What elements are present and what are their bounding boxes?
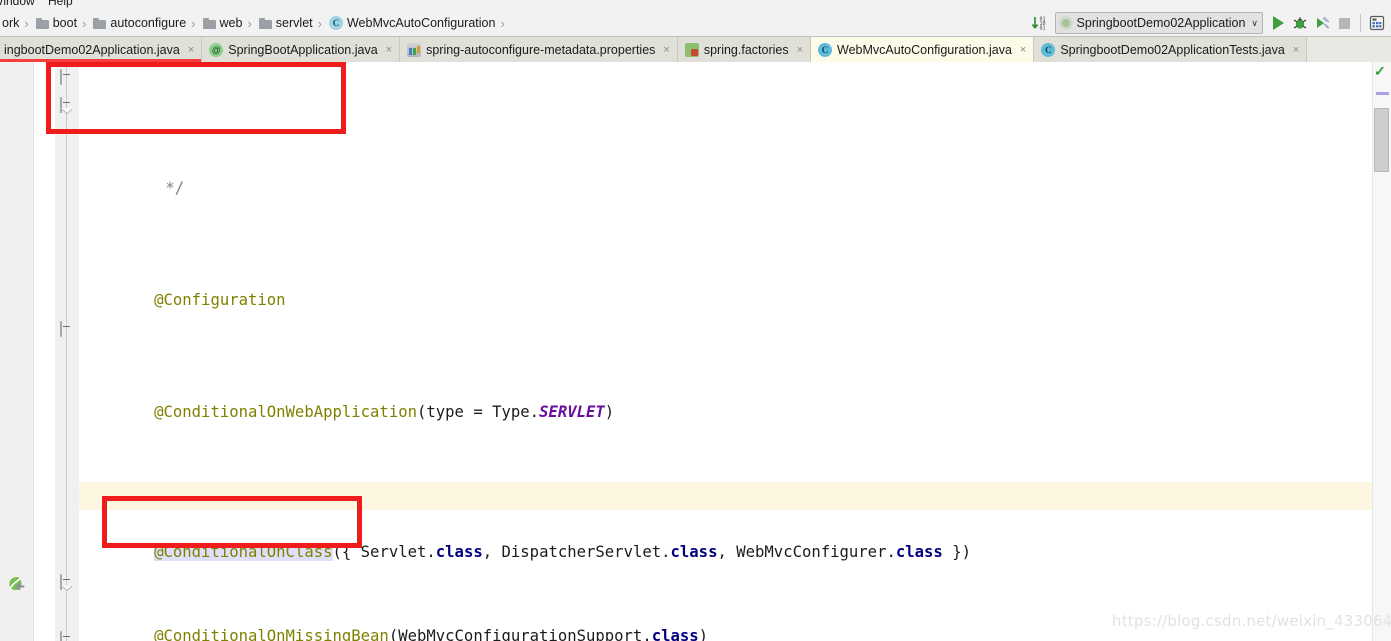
fold-marker-class[interactable] — [60, 321, 75, 337]
watermark-text: https://blog.csdn.net/weixin_43306403 — [1112, 612, 1391, 630]
code-text-area[interactable]: */ @Configuration @ConditionalOnWebAppli… — [79, 62, 1373, 641]
annotation-icon: @ — [209, 42, 224, 57]
fold-marker-javadoc[interactable] — [60, 69, 75, 85]
run-configuration-name: SpringbootDemo02Application — [1076, 16, 1246, 30]
scrollbar-marker[interactable] — [1376, 92, 1389, 95]
stop-icon[interactable] — [1334, 13, 1354, 33]
open-settings-icon[interactable] — [1367, 13, 1387, 33]
menu-item-window[interactable]: Window — [0, 0, 35, 8]
intellij-idea-window: Window Help ork › boot › autoconfigure ›… — [0, 0, 1391, 641]
scrollbar-thumb[interactable] — [1374, 108, 1389, 172]
java-class-icon: C — [818, 42, 833, 57]
inspection-status-icon[interactable]: ✓ — [1374, 64, 1388, 78]
run-with-coverage-icon[interactable] — [1312, 13, 1332, 33]
folder-icon — [93, 17, 107, 29]
tab-label: spring-autoconfigure-metadata.properties — [426, 42, 656, 57]
breadcrumb-label: servlet — [275, 16, 313, 30]
sort-numeric-icon[interactable]: 01 10 01 — [1030, 13, 1050, 33]
breadcrumb-separator-icon: › — [82, 15, 87, 31]
tab-label: SpringbootDemo02ApplicationTests.java — [1060, 42, 1285, 57]
code-line[interactable]: @ConditionalOnWebApplication(type = Type… — [79, 370, 1373, 421]
breadcrumb-label: boot — [52, 16, 78, 30]
close-icon[interactable]: × — [1020, 44, 1026, 56]
toolbar-divider — [1360, 14, 1361, 32]
close-icon[interactable]: × — [386, 44, 392, 56]
tab-spring-factories[interactable]: spring.factories × — [677, 37, 812, 62]
run-toolbar: 01 10 01 SpringbootDemo02Application ∨ — [1030, 10, 1391, 36]
tab-webmvcautoconfiguration-java[interactable]: C WebMvcAutoConfiguration.java × — [811, 37, 1035, 62]
breadcrumb-separator-icon: › — [317, 15, 322, 31]
tab-springbootapplication-java[interactable]: @ SpringBootApplication.java × — [202, 37, 401, 62]
properties-file-icon — [407, 42, 422, 57]
tab-label: SpringBootApplication.java — [228, 42, 378, 57]
close-icon[interactable]: × — [797, 44, 803, 56]
debug-icon[interactable] — [1290, 13, 1310, 33]
breadcrumb-label: ork — [2, 16, 20, 30]
breadcrumb-separator-icon: › — [24, 15, 29, 31]
close-icon[interactable]: × — [188, 44, 194, 56]
breadcrumb-label: autoconfigure — [110, 16, 187, 30]
close-icon[interactable]: × — [663, 44, 669, 56]
java-test-class-icon: C — [1041, 42, 1056, 57]
fold-marker-annotations[interactable] — [60, 97, 75, 113]
breadcrumb-separator-icon: › — [247, 15, 252, 31]
breadcrumb-item-ork[interactable]: ork › — [0, 10, 34, 36]
spring-bean-gutter-icon[interactable] — [6, 574, 28, 596]
menu-item-help[interactable]: Help — [48, 0, 73, 8]
spring-boot-run-config-icon — [1058, 16, 1073, 30]
fold-marker-inner[interactable] — [60, 631, 75, 641]
tab-springbootdemo02applicationtests-java[interactable]: C SpringbootDemo02ApplicationTests.java … — [1034, 37, 1308, 62]
tab-springbootdemo02application-java[interactable]: C ingbootDemo02Application.java × — [0, 37, 203, 62]
breadcrumb-item-web[interactable]: web › — [201, 10, 257, 36]
close-icon[interactable]: × — [1293, 44, 1299, 56]
java-class-icon: C — [328, 16, 343, 30]
fold-region-line — [66, 62, 67, 641]
breadcrumb-item-boot[interactable]: boot › — [34, 10, 92, 36]
svg-text:01: 01 — [1039, 26, 1045, 32]
code-line-text: @Configuration — [154, 291, 286, 309]
code-editor[interactable]: */ @Configuration @ConditionalOnWebAppli… — [0, 62, 1391, 641]
breadcrumb-item-autoconfigure[interactable]: autoconfigure › — [91, 10, 200, 36]
run-icon[interactable] — [1268, 13, 1288, 33]
breadcrumb: ork › boot › autoconfigure › web › servl — [0, 10, 510, 36]
editor-scrollbar[interactable]: ✓ — [1372, 62, 1391, 641]
fold-column[interactable] — [55, 62, 79, 641]
run-configuration-selector[interactable]: SpringbootDemo02Application ∨ — [1054, 12, 1263, 34]
breadcrumb-label: WebMvcAutoConfiguration — [346, 16, 496, 30]
editor-gutter[interactable] — [0, 62, 34, 641]
tab-label: WebMvcAutoConfiguration.java — [837, 42, 1012, 57]
editor-tab-bar: C ingbootDemo02Application.java × @ Spri… — [0, 37, 1391, 63]
caret-line-highlight — [79, 482, 1373, 510]
chevron-down-icon[interactable]: ∨ — [1251, 18, 1258, 29]
folder-icon — [35, 17, 49, 29]
code-line[interactable]: @ConditionalOnClass({ Servlet.class, Dis… — [79, 482, 1373, 561]
breadcrumb-label: web — [219, 16, 243, 30]
tab-spring-autoconfigure-metadata-properties[interactable]: spring-autoconfigure-metadata.properties… — [400, 37, 678, 62]
fold-marker-method-block[interactable] — [60, 574, 75, 590]
code-line-text: */ — [165, 179, 185, 197]
tab-label: ingbootDemo02Application.java — [4, 42, 180, 57]
code-line[interactable]: */ — [79, 146, 1373, 197]
folder-icon — [258, 17, 272, 29]
breadcrumb-separator-icon: › — [500, 15, 505, 31]
breadcrumb-item-servlet[interactable]: servlet › — [257, 10, 327, 36]
breadcrumb-separator-icon: › — [191, 15, 196, 31]
navigation-bar: ork › boot › autoconfigure › web › servl — [0, 10, 1391, 37]
factories-file-icon — [684, 42, 699, 57]
menu-bar: Window Help — [0, 0, 1391, 10]
tab-label: spring.factories — [703, 42, 789, 57]
code-line[interactable]: @Configuration — [79, 258, 1373, 309]
gutter-divider — [33, 62, 34, 641]
folder-icon — [202, 17, 216, 29]
breadcrumb-item-webmvcautoconfiguration[interactable]: C WebMvcAutoConfiguration › — [327, 10, 510, 36]
